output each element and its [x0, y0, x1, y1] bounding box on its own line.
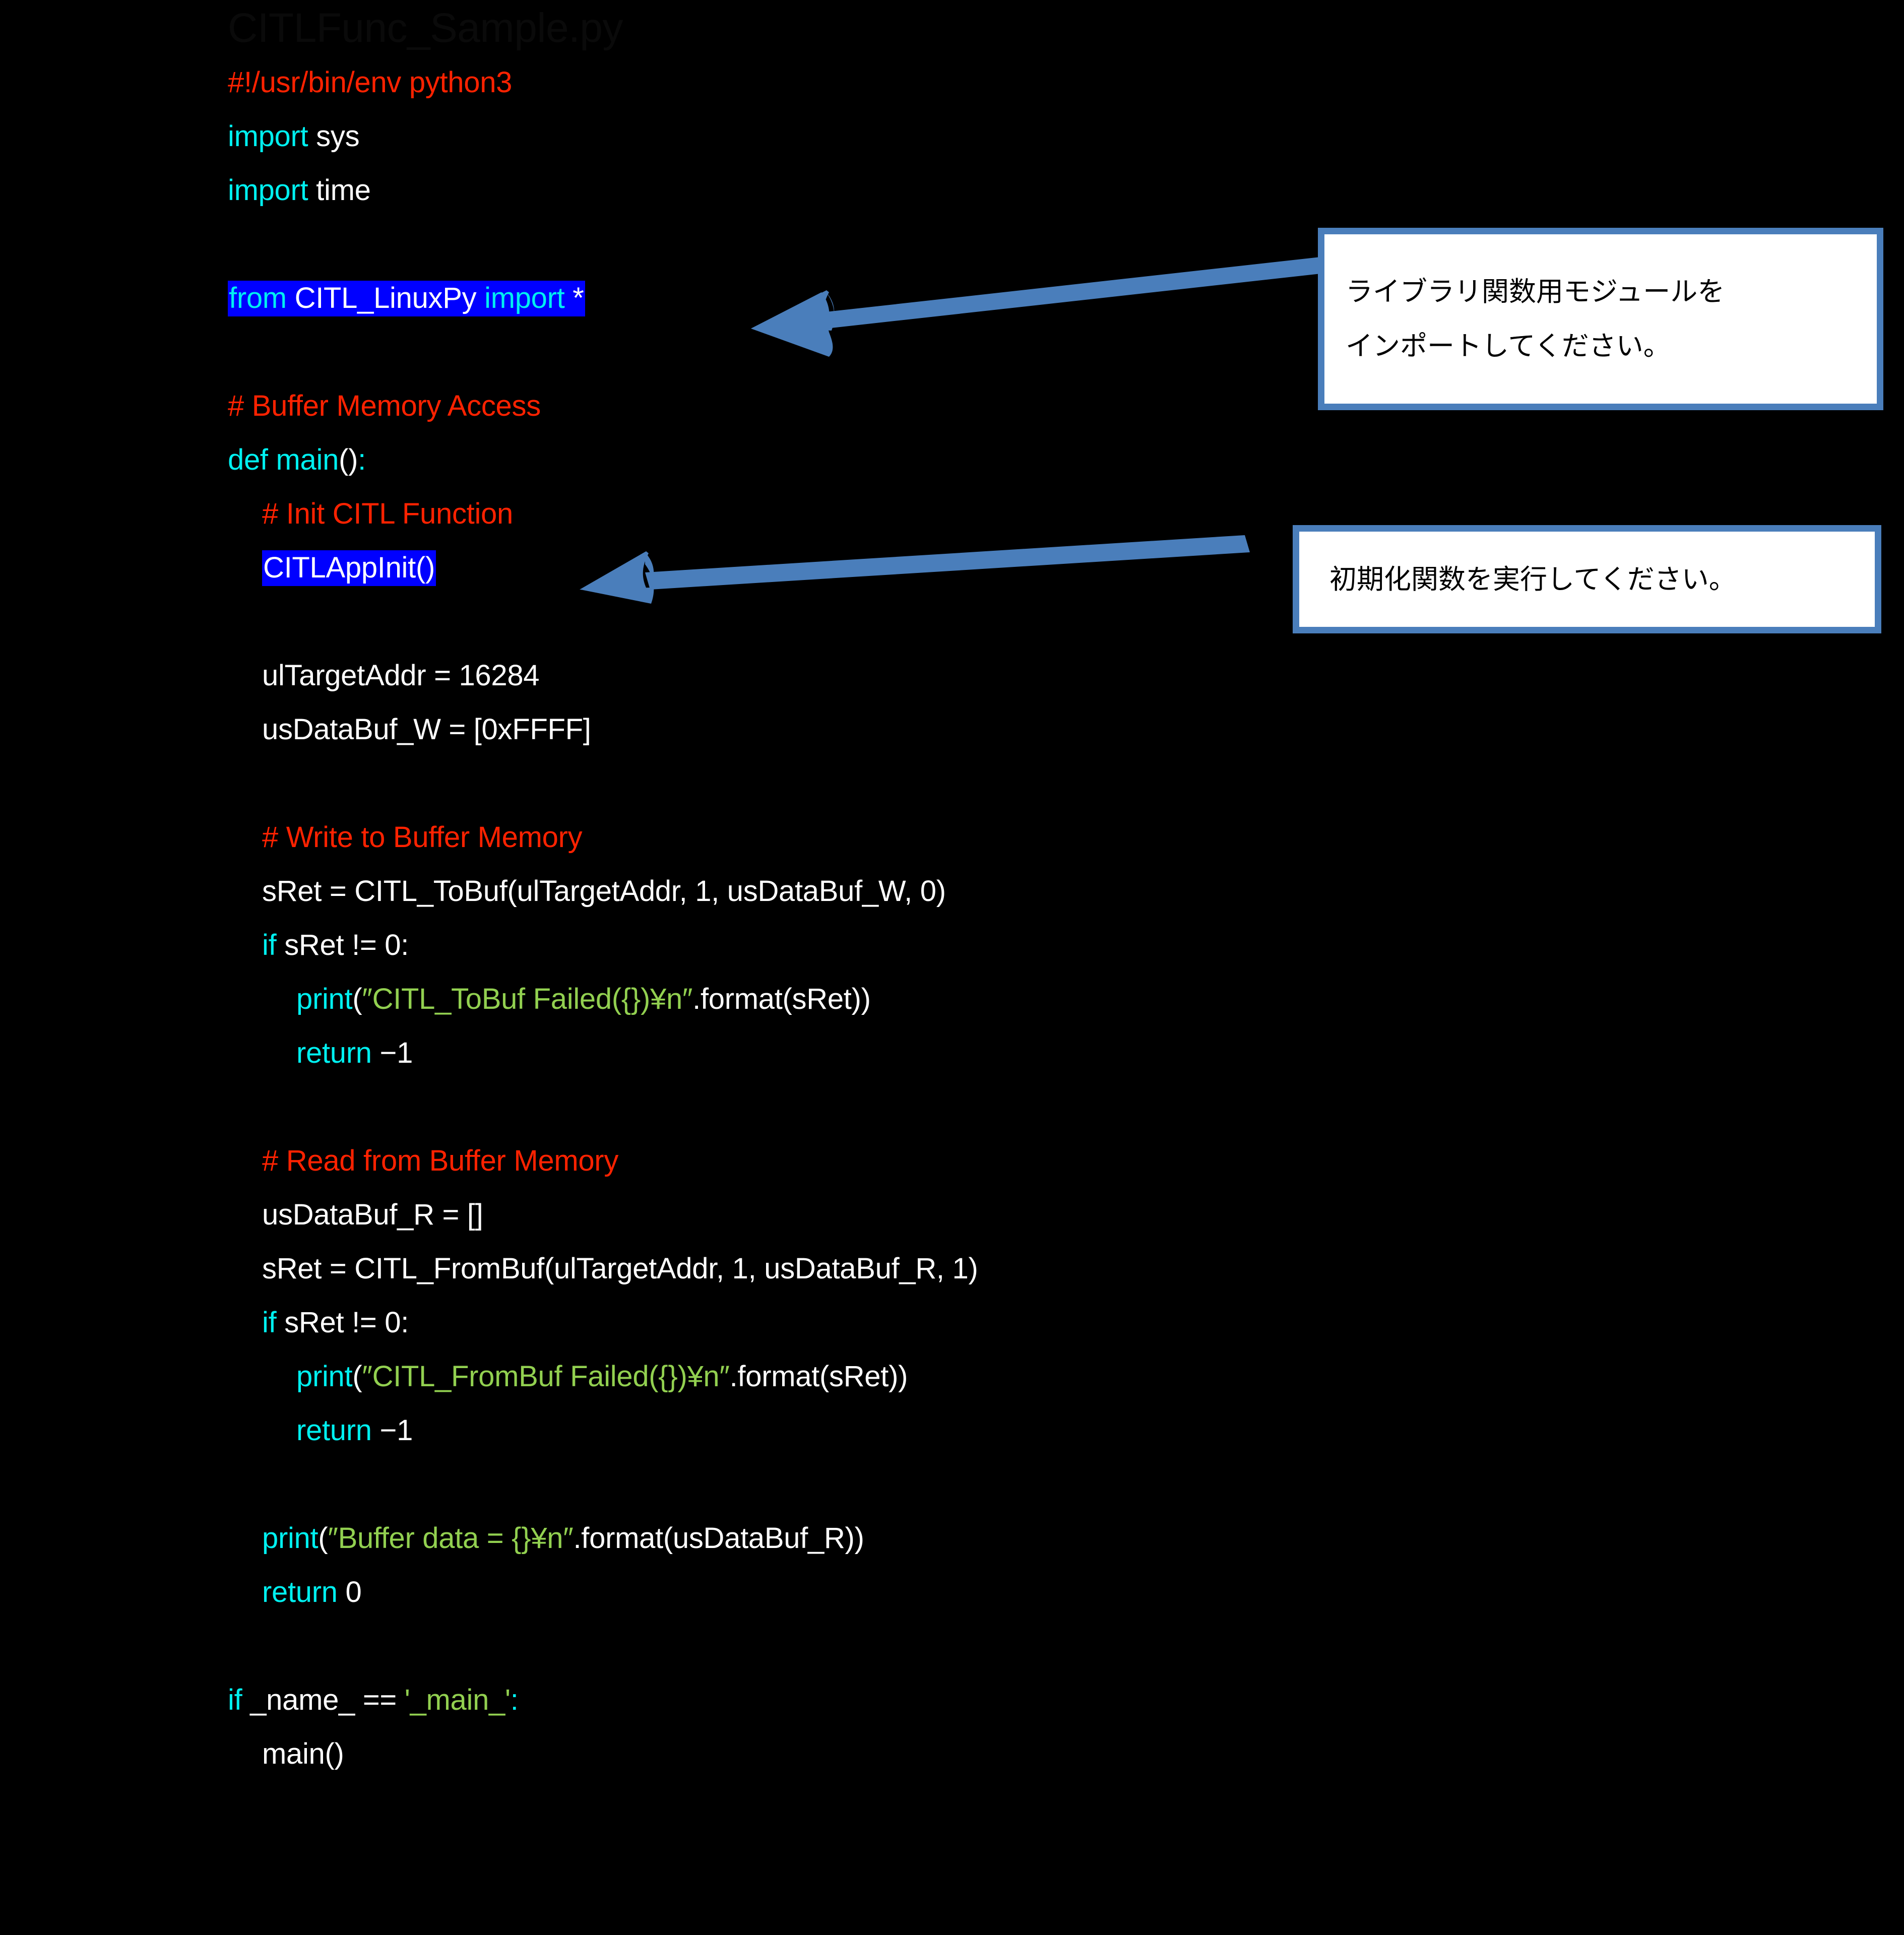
- callout-import-module: ライブラリ関数用モジュールを インポートしてください。: [1318, 228, 1883, 410]
- code-token-identifier: .format(usDataBuf_R)): [573, 1522, 864, 1555]
- code-token-identifier: usDataBuf_W = [0xFFFF]: [262, 713, 591, 746]
- code-token-identifier: −1: [379, 1414, 413, 1447]
- code-token-string: '_main_': [404, 1684, 511, 1716]
- code-token-identifier: usDataBuf_R = []: [262, 1198, 483, 1231]
- code-line: if _name_ == '_main_':: [228, 1673, 1387, 1727]
- code-token-keyword: import: [228, 120, 316, 153]
- code-token-keyword: :: [510, 1684, 519, 1716]
- code-line: CITLAppInit(): [228, 541, 1387, 595]
- code-line: #!/usr/bin/env python3: [228, 55, 1387, 109]
- code-line: import time: [228, 163, 1387, 217]
- code-token-keyword: :: [358, 443, 366, 476]
- code-line: ulTargetAddr = 16284: [228, 649, 1387, 702]
- code-line: print(″CITL_ToBuf Failed({})¥n″.format(s…: [228, 972, 1387, 1026]
- code-token-comment: # Write to Buffer Memory: [262, 821, 583, 854]
- code-line: import sys: [228, 109, 1387, 163]
- code-line: # Write to Buffer Memory: [228, 810, 1387, 864]
- code-token-identifier: _name_ ==: [250, 1684, 405, 1716]
- code-line: return 0: [228, 1565, 1387, 1619]
- code-highlight: CITLAppInit(): [262, 550, 436, 586]
- code-line: return −1: [228, 1403, 1387, 1457]
- code-token-comment: #!/usr/bin/env python3: [228, 66, 513, 99]
- code-token-identifier: *: [573, 282, 584, 314]
- code-token-identifier: −1: [379, 1037, 413, 1069]
- code-token-keyword: return: [296, 1037, 380, 1069]
- code-line: def main():: [228, 433, 1387, 487]
- callout-import-line-1: ライブラリ関数用モジュールを: [1346, 277, 1725, 307]
- code-token-identifier: sRet = CITL_FromBuf(ulTargetAddr, 1, usD…: [262, 1252, 978, 1285]
- code-token-identifier: (: [352, 983, 362, 1015]
- code-token-identifier: main(): [262, 1737, 344, 1770]
- code-token-keyword: return: [296, 1414, 380, 1447]
- code-line: if sRet != 0:: [228, 1296, 1387, 1349]
- code-token-identifier: CITL_LinuxPy: [294, 282, 485, 314]
- code-token-keyword: if: [228, 1684, 250, 1716]
- code-token-string: ″CITL_ToBuf Failed({})¥n″: [362, 983, 693, 1015]
- slide-canvas: CITLFunc_Sample.py #!/usr/bin/env python…: [0, 0, 1904, 1935]
- code-line: print(″Buffer data = {}¥n″.format(usData…: [228, 1511, 1387, 1565]
- code-token-keyword: import: [484, 282, 573, 314]
- code-token-keyword: def main: [228, 443, 339, 476]
- code-token-identifier: (: [352, 1360, 362, 1393]
- code-token-keyword: if: [262, 1306, 285, 1339]
- callout-init-function: 初期化関数を実行してください。: [1293, 525, 1881, 633]
- code-token-identifier: (): [339, 443, 358, 476]
- code-line: return −1: [228, 1026, 1387, 1080]
- code-token-keyword: if: [262, 929, 285, 961]
- code-token-string: ″Buffer data = {}¥n″: [328, 1522, 574, 1555]
- code-token-identifier: sys: [316, 120, 360, 153]
- code-token-string: ″CITL_FromBuf Failed({})¥n″: [362, 1360, 730, 1393]
- code-token-identifier: sRet = CITL_ToBuf(ulTargetAddr, 1, usDat…: [262, 875, 946, 908]
- code-token-identifier: sRet != 0:: [284, 929, 409, 961]
- code-line: # Buffer Memory Access: [228, 379, 1387, 433]
- code-listing: #!/usr/bin/env python3 import sys import t…: [228, 55, 1387, 1781]
- code-line: if sRet != 0:: [228, 918, 1387, 972]
- code-token-keyword: print: [262, 1522, 319, 1555]
- code-line: print(″CITL_FromBuf Failed({})¥n″.format…: [228, 1349, 1387, 1403]
- code-token-identifier: ulTargetAddr = 16284: [262, 659, 540, 692]
- code-token-identifier: time: [316, 174, 371, 207]
- callout-init-line-1: 初期化関数を実行してください。: [1329, 564, 1736, 595]
- code-line: sRet = CITL_ToBuf(ulTargetAddr, 1, usDat…: [228, 864, 1387, 918]
- callout-import-line-2: インポートしてください。: [1346, 331, 1671, 361]
- code-line: main(): [228, 1727, 1387, 1781]
- code-token-identifier: (: [318, 1522, 328, 1555]
- code-token-identifier: 0: [345, 1576, 362, 1608]
- code-token-keyword: print: [296, 1360, 353, 1393]
- code-token-identifier: CITLAppInit(): [263, 551, 435, 584]
- code-highlight: from CITL_LinuxPy import *: [228, 281, 585, 316]
- code-token-comment: # Read from Buffer Memory: [262, 1144, 619, 1177]
- code-token-keyword: import: [228, 174, 316, 207]
- page-title: CITLFunc_Sample.py: [228, 5, 623, 51]
- code-token-identifier: sRet != 0:: [284, 1306, 409, 1339]
- code-token-comment: # Init CITL Function: [262, 497, 513, 530]
- code-token-comment: # Buffer Memory Access: [228, 390, 541, 422]
- code-token-keyword: from: [229, 282, 295, 314]
- code-line: # Read from Buffer Memory: [228, 1134, 1387, 1188]
- code-token-keyword: print: [296, 983, 353, 1015]
- code-token-keyword: return: [262, 1576, 346, 1608]
- code-line: from CITL_LinuxPy import *: [228, 271, 1387, 325]
- code-line: usDataBuf_R = []: [228, 1188, 1387, 1242]
- code-token-identifier: .format(sRet)): [692, 983, 871, 1015]
- code-line: sRet = CITL_FromBuf(ulTargetAddr, 1, usD…: [228, 1242, 1387, 1296]
- code-token-identifier: .format(sRet)): [729, 1360, 908, 1393]
- code-line: # Init CITL Function: [228, 487, 1387, 541]
- code-line: usDataBuf_W = [0xFFFF]: [228, 702, 1387, 756]
